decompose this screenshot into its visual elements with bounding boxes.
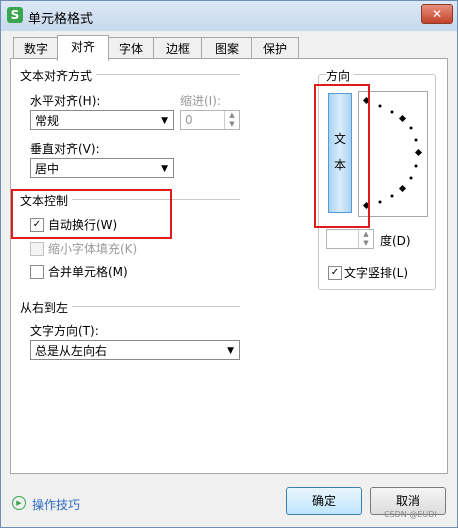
horizontal-align-select[interactable]: 常规 ▼: [30, 110, 174, 130]
section-orientation: 方向: [326, 67, 355, 84]
chevron-down-icon: ▼: [227, 346, 234, 356]
section-right-to-left: 从右到左: [20, 299, 73, 316]
text-direction-value: 总是从左向右: [35, 344, 108, 358]
shrink-to-fit-label: 缩小字体填充(K): [48, 242, 138, 256]
title-bar: S 单元格格式 ✕: [1, 1, 457, 31]
vertical-text-label[interactable]: 文字竖排(L): [344, 264, 408, 281]
tab-pattern[interactable]: 图案: [201, 37, 253, 60]
vertical-text-checkbox[interactable]: ✓: [328, 266, 342, 280]
indent-value: 0: [185, 113, 193, 127]
dialog-title: 单元格格式: [28, 12, 94, 27]
tab-number[interactable]: 数字: [13, 37, 59, 60]
ok-button[interactable]: 确定: [286, 487, 362, 515]
close-button[interactable]: ✕: [421, 4, 453, 24]
vertical-align-select[interactable]: 居中 ▼: [30, 158, 174, 178]
tips-link[interactable]: ▶ 操作技巧: [12, 496, 80, 513]
tab-border[interactable]: 边框: [153, 37, 203, 60]
vertical-align-value: 居中: [35, 162, 60, 176]
horizontal-align-label: 水平对齐(H):: [30, 94, 101, 108]
vertical-align-label: 垂直对齐(V):: [30, 142, 100, 156]
tab-protection[interactable]: 保护: [251, 37, 299, 60]
wps-spreadsheet-icon: S: [7, 7, 23, 23]
merge-cells-checkbox[interactable]: [30, 265, 44, 279]
indent-label: 缩进(I):: [180, 94, 221, 108]
shrink-to-fit-checkbox[interactable]: [30, 242, 44, 256]
text-direction-label: 文字方向(T):: [30, 324, 99, 338]
indent-spinner[interactable]: 0 ▲ ▼: [180, 110, 240, 130]
section-text-alignment: 文本对齐方式: [20, 67, 97, 84]
spinner-arrows-icon[interactable]: ▲ ▼: [358, 230, 373, 248]
chevron-down-icon: ▼: [161, 164, 168, 174]
spinner-arrows-icon[interactable]: ▲ ▼: [224, 111, 239, 129]
tab-alignment[interactable]: 对齐: [57, 35, 109, 61]
highlight-text-control: [11, 189, 172, 239]
tab-font[interactable]: 字体: [107, 37, 155, 60]
watermark-text: CSDN @EUDI: [384, 510, 437, 519]
play-circle-icon: ▶: [12, 496, 26, 510]
text-direction-select[interactable]: 总是从左向右 ▼: [30, 340, 240, 360]
tips-label[interactable]: 操作技巧: [32, 498, 80, 512]
degree-spinner[interactable]: ▲ ▼: [326, 229, 374, 249]
chevron-down-icon: ▼: [161, 116, 168, 126]
highlight-orientation: [314, 84, 370, 228]
degree-label: 度(D): [380, 234, 411, 248]
merge-cells-label[interactable]: 合并单元格(M): [48, 263, 128, 280]
horizontal-align-value: 常规: [35, 114, 60, 128]
